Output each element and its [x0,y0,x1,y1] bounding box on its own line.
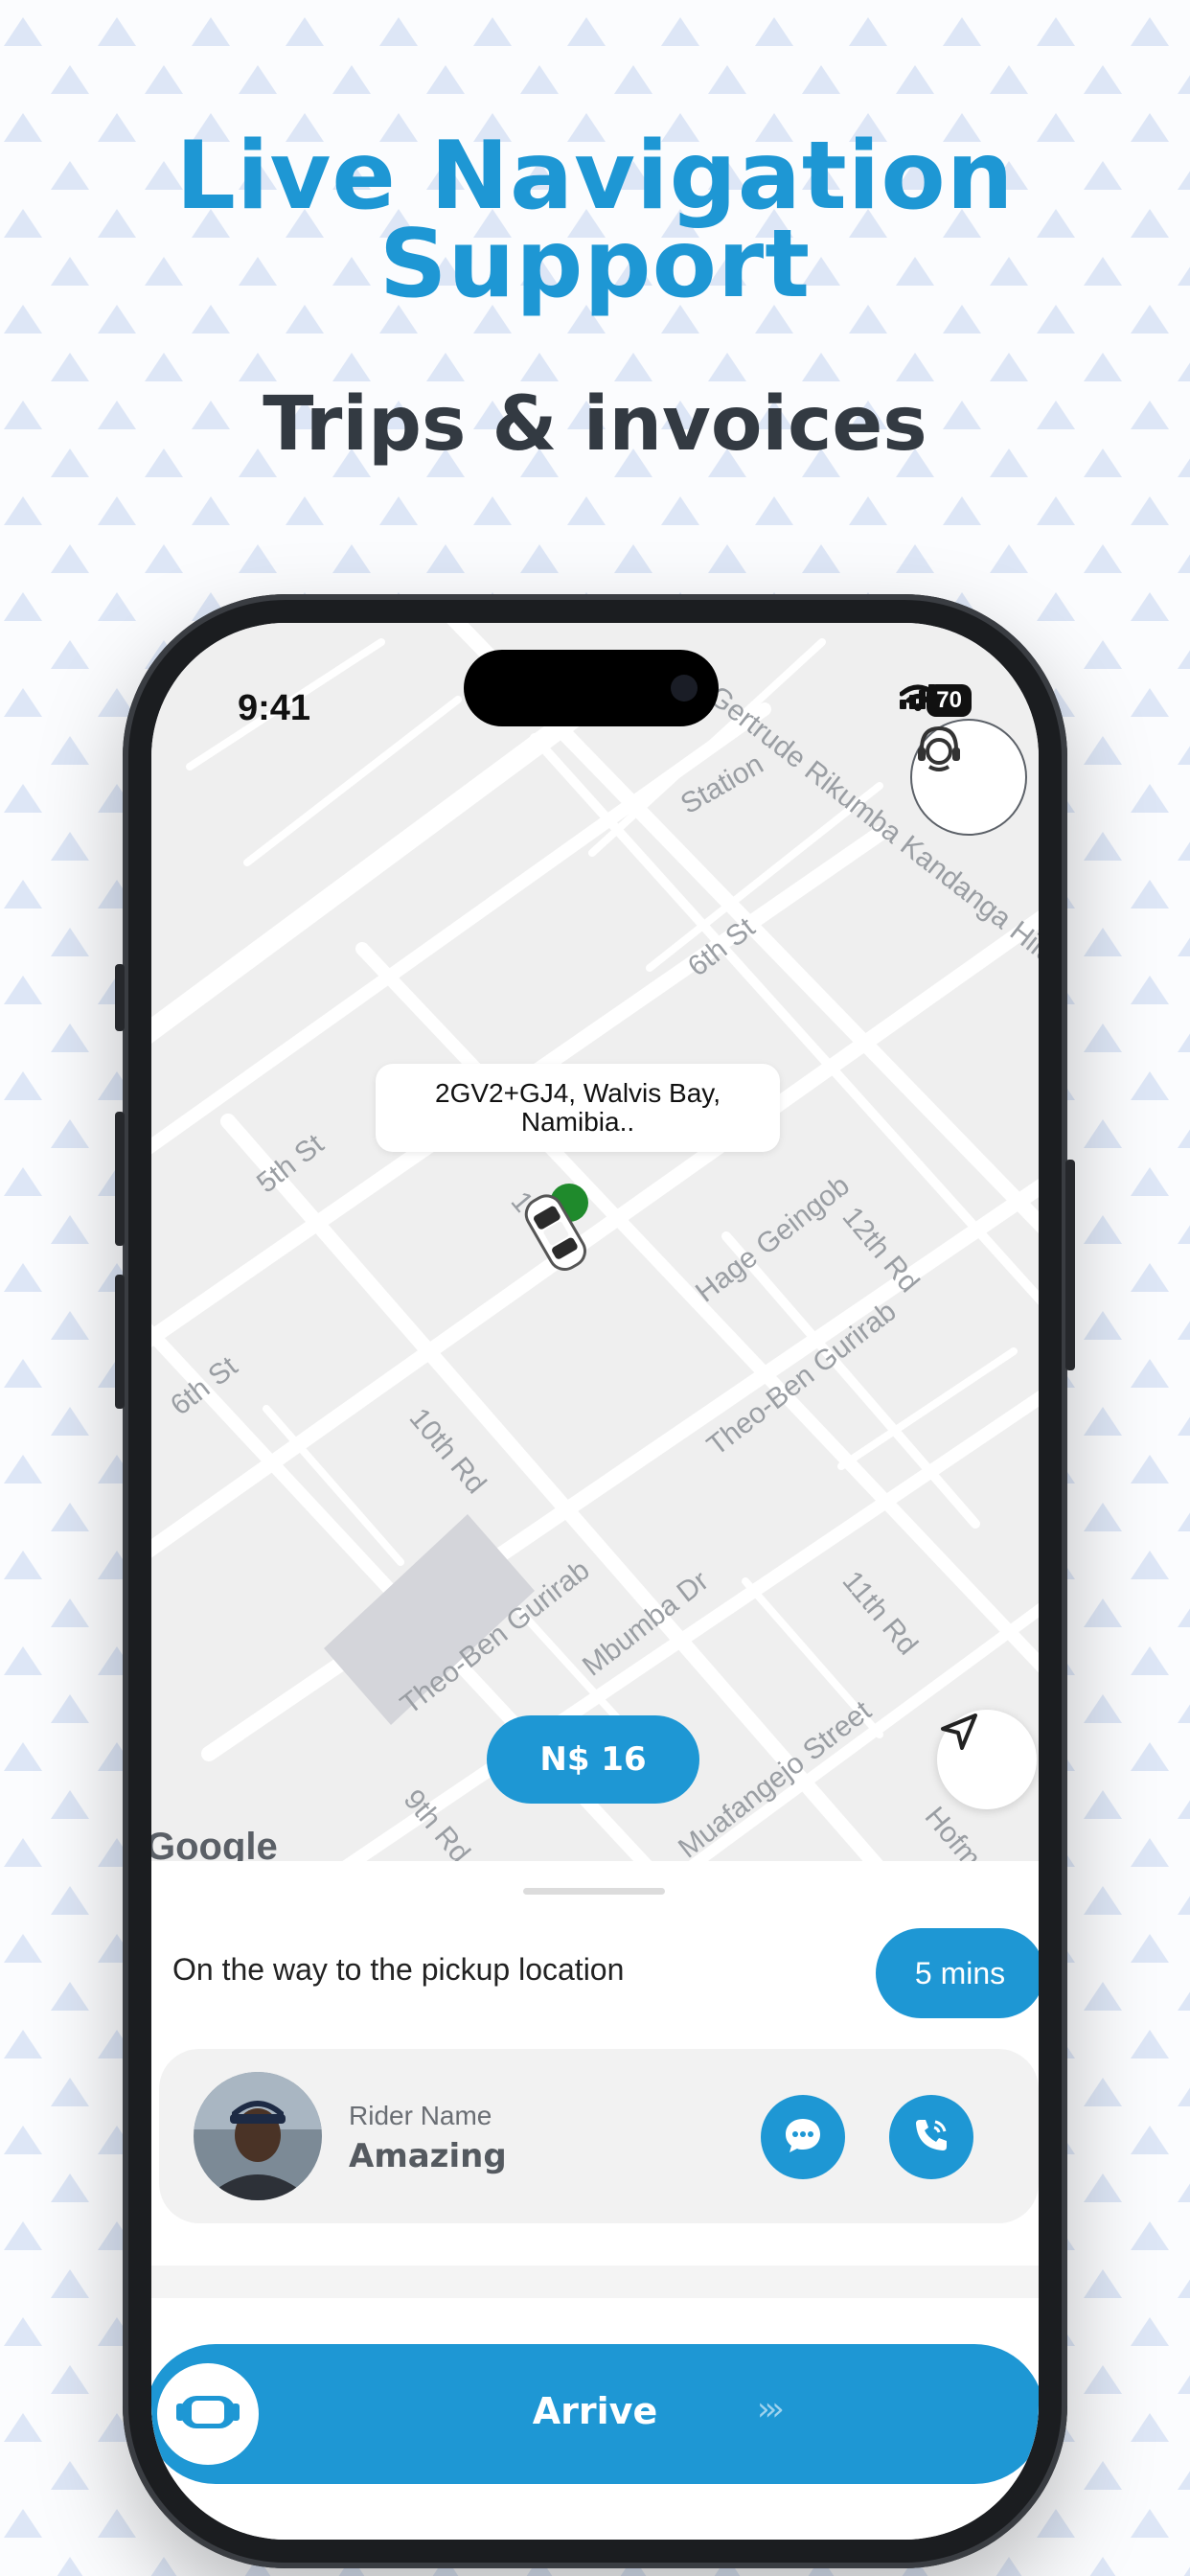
promo-subheadline: Trips & invoices [263,381,927,468]
car-icon [524,1184,588,1272]
street-label: 12th Rd [836,1201,926,1299]
rider-card: Rider Name Amazing [159,2049,1039,2223]
map-attribution: Google [151,1826,278,1861]
eta-badge: 5 mins [876,1928,1039,2018]
app-screen: Station Gertrude Rikumba Kandanga Hiluki… [151,623,1039,2540]
camera-dot [671,675,698,702]
trip-bottom-sheet: On the way to the pickup location 5 mins… [151,1861,1039,2540]
status-icons: 70 [900,684,972,717]
chat-button[interactable] [761,2095,845,2179]
rider-name: Amazing [349,2137,507,2175]
section-divider [151,2266,1039,2298]
arrive-slider[interactable]: Arrive ››› [151,2344,1039,2484]
fare-badge: N$ 16 [487,1715,699,1804]
trip-status-text: On the way to the pickup location [172,1952,625,1987]
mute-switch [115,964,125,1031]
power-button [1065,1160,1075,1370]
map-view[interactable]: Station Gertrude Rikumba Kandanga Hiluki… [151,623,1039,1861]
pickup-address-bubble: 2GV2+GJ4, Walvis Bay, Namibia.. [376,1064,780,1152]
volume-up-button [115,1112,125,1246]
chat-icon [781,2113,825,2161]
avatar [194,2072,322,2200]
street-label: 11th Rd [836,1565,924,1661]
rider-name-label: Rider Name [349,2101,492,2130]
phone-icon [910,2114,952,2160]
call-button[interactable] [889,2095,973,2179]
dynamic-island [464,650,719,726]
sheet-drag-handle[interactable] [523,1888,665,1895]
promo-headline: Live Navigation Support [175,122,1015,319]
status-time: 9:41 [238,688,311,728]
volume-down-button [115,1275,125,1409]
arrive-label: Arrive [532,2390,658,2432]
phone-frame: Station Gertrude Rikumba Kandanga Hiluki… [115,594,1075,2568]
street-label: Hofm [919,1801,987,1861]
recenter-button[interactable] [937,1710,1037,1809]
support-button[interactable] [910,719,1027,836]
chevrons-right-icon: ››› [757,2390,785,2428]
